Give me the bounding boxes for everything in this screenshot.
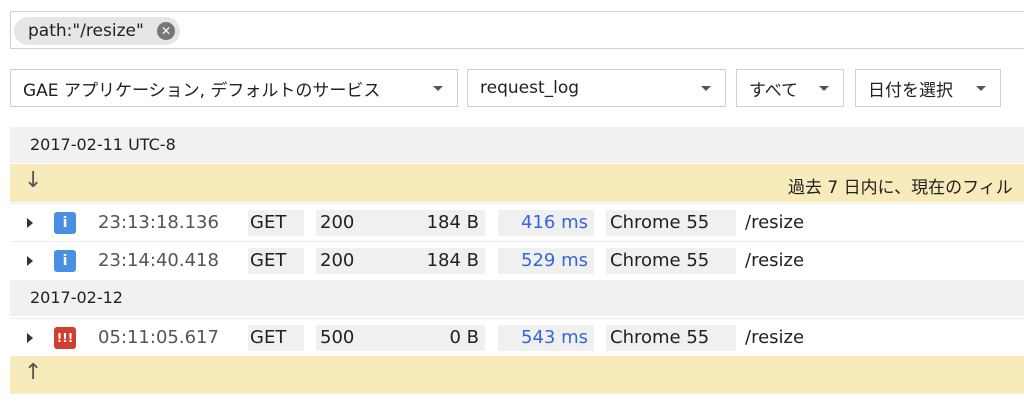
filter-bar[interactable]: path:"/resize" ✕ [10, 11, 1024, 49]
request-path[interactable]: /resize [745, 248, 804, 274]
user-agent[interactable]: Chrome 55 [606, 210, 736, 236]
log-name-selector-label: request_log [480, 78, 580, 98]
filter-chip[interactable]: path:"/resize" ✕ [14, 17, 180, 45]
error-icon: !!! [54, 327, 76, 349]
banner-text: 過去 7 日内に、現在のフィル [788, 178, 1013, 198]
filter-chip-label: path:"/resize" [28, 21, 144, 41]
load-newer-banner[interactable]: ↓ 過去 7 日内に、現在のフィル [10, 164, 1024, 202]
caret-down-icon [701, 86, 711, 91]
status-code[interactable]: 200 [316, 248, 374, 274]
expand-icon[interactable] [27, 218, 33, 228]
timestamp: 23:14:40.418 [98, 250, 219, 271]
method[interactable]: GET [248, 210, 304, 236]
timestamp: 23:13:18.136 [98, 212, 219, 233]
expand-icon[interactable] [27, 333, 33, 343]
severity-selector[interactable]: すべて [736, 69, 844, 107]
response-size[interactable]: 0 B [373, 325, 485, 351]
resource-selector[interactable]: GAE アプリケーション, デフォルトのサービス [10, 69, 458, 107]
date-group-header: 2017-02-12 [10, 280, 1024, 316]
latency[interactable]: 416 ms [498, 210, 594, 236]
request-path[interactable]: /resize [745, 210, 804, 236]
log-row[interactable]: i 23:13:18.136 GET 200 184 B 416 ms Chro… [10, 203, 1024, 242]
response-size[interactable]: 184 B [373, 210, 485, 236]
severity-selector-label: すべて [749, 80, 799, 101]
log-row[interactable]: !!! 05:11:05.617 GET 500 0 B 543 ms Chro… [10, 318, 1024, 357]
date-selector-label: 日付を選択 [868, 80, 953, 101]
load-older-banner[interactable]: ↑ [10, 356, 1024, 394]
caret-down-icon [433, 86, 443, 91]
info-icon: i [54, 250, 76, 272]
user-agent[interactable]: Chrome 55 [606, 325, 736, 351]
arrow-down-icon[interactable]: ↓ [24, 168, 42, 193]
arrow-up-icon[interactable]: ↑ [24, 360, 42, 385]
log-row[interactable]: i 23:14:40.418 GET 200 184 B 529 ms Chro… [10, 241, 1024, 280]
timestamp: 05:11:05.617 [98, 327, 219, 348]
latency[interactable]: 543 ms [498, 325, 594, 351]
resource-selector-label: GAE アプリケーション, デフォルトのサービス [23, 80, 381, 101]
log-name-selector[interactable]: request_log [467, 69, 726, 107]
date-group-header: 2017-02-11 UTC-8 [10, 127, 1024, 163]
method[interactable]: GET [248, 248, 304, 274]
caret-down-icon [819, 86, 829, 91]
close-circle-icon[interactable]: ✕ [157, 22, 175, 40]
status-code[interactable]: 200 [316, 210, 374, 236]
request-path[interactable]: /resize [745, 325, 804, 351]
info-icon: i [54, 212, 76, 234]
response-size[interactable]: 184 B [373, 248, 485, 274]
latency[interactable]: 529 ms [498, 248, 594, 274]
date-selector[interactable]: 日付を選択 [855, 69, 1001, 107]
user-agent[interactable]: Chrome 55 [606, 248, 736, 274]
expand-icon[interactable] [27, 256, 33, 266]
method[interactable]: GET [248, 325, 304, 351]
caret-down-icon [976, 86, 986, 91]
status-code[interactable]: 500 [316, 325, 374, 351]
